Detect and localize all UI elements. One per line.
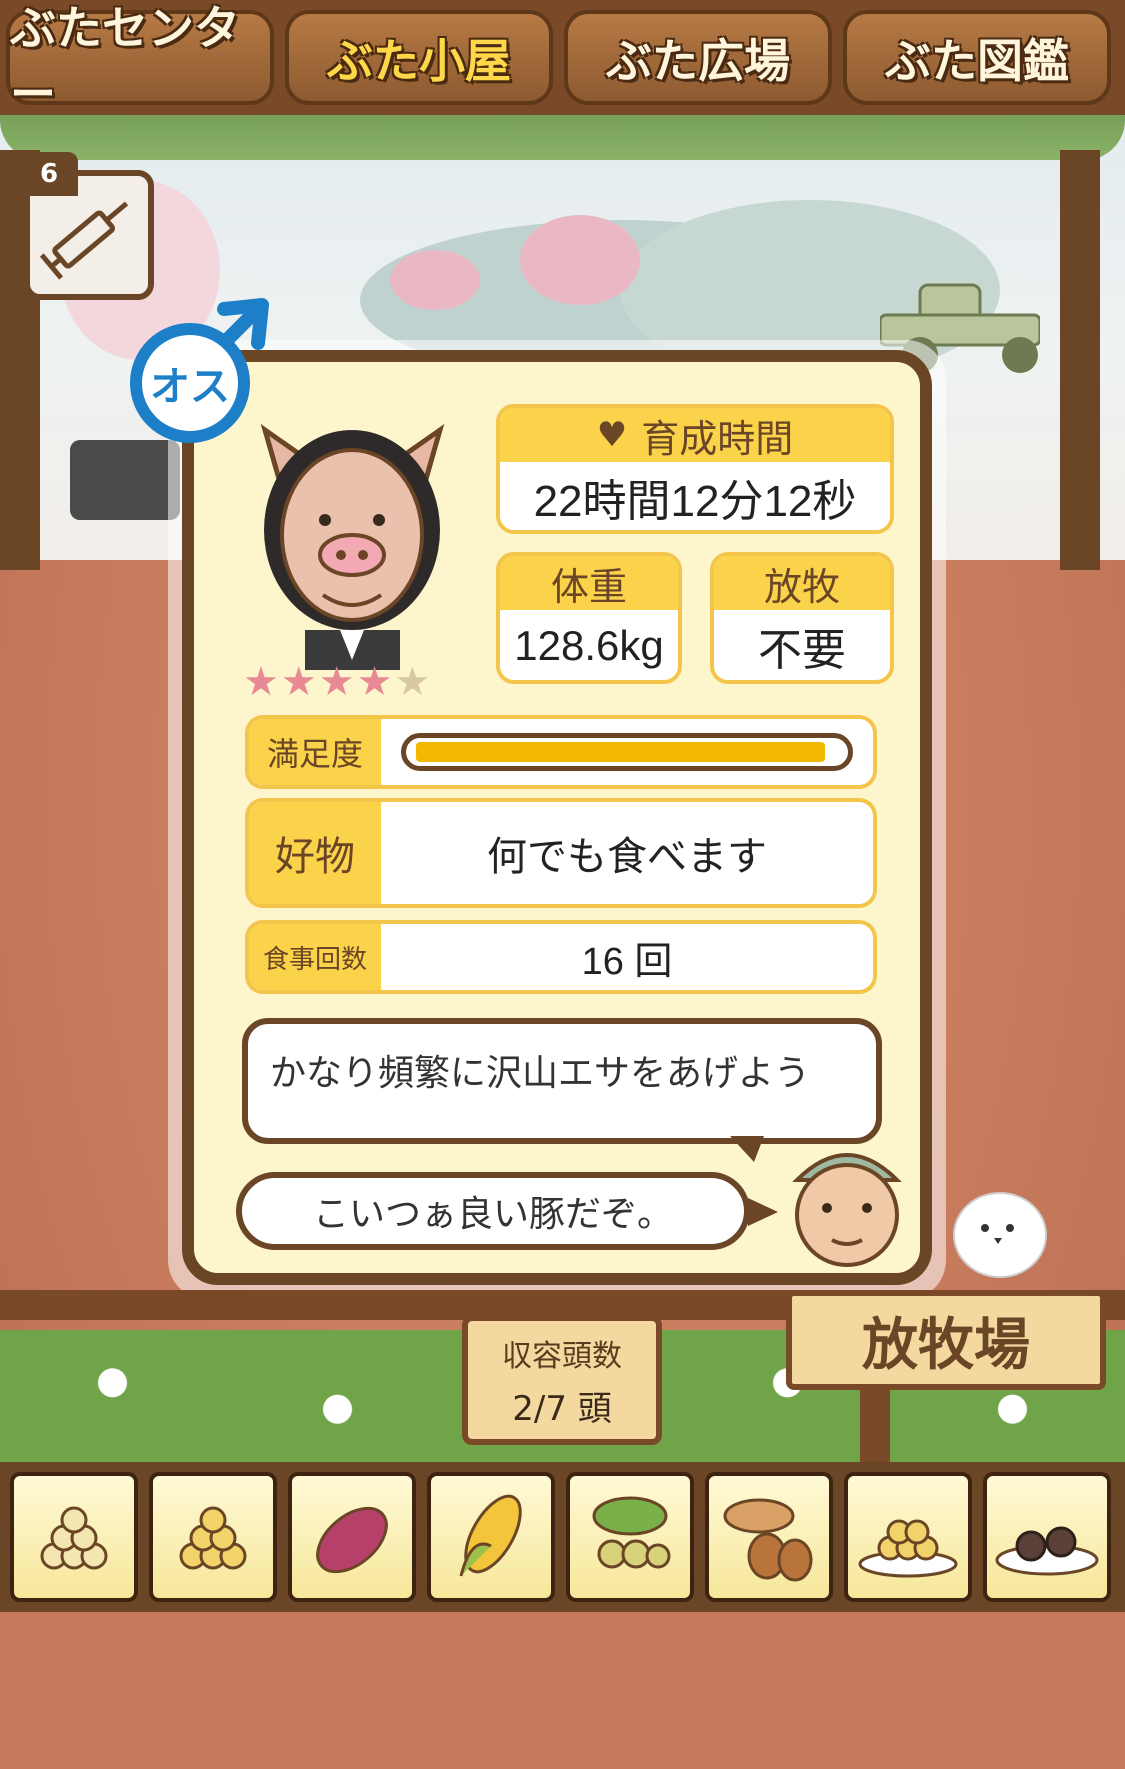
tab-buta-zukan[interactable]: ぶた図鑑	[843, 10, 1111, 105]
top-navigation-bar: ぶたセンター ぶた小屋 ぶた広場 ぶた図鑑	[0, 0, 1125, 121]
tab-label: ぶた広場	[606, 33, 790, 88]
bubble-tail	[748, 1198, 778, 1226]
rarity-stars: ★ ★ ★ ★ ★	[243, 660, 473, 704]
grazing-box: 放牧 不要	[710, 552, 894, 684]
item-count-badge: 6	[20, 152, 78, 196]
pig-portrait	[245, 410, 460, 670]
gender-label: オス	[150, 364, 230, 410]
farmer-comment-text: こいつぁ良い豚だぞ。	[312, 1194, 673, 1235]
satisfaction-row: 満足度	[245, 715, 877, 789]
sign-post	[860, 1390, 890, 1462]
meal-count-value: 16 回	[581, 940, 673, 983]
sweet-potato-icon	[316, 1506, 388, 1574]
camera-icon	[70, 440, 180, 520]
capacity-sign: 収容頭数 2/7 頭	[462, 1315, 662, 1445]
pasture-sign-label: 放牧場	[862, 1312, 1030, 1378]
food-slot-sweet-potato[interactable]	[288, 1472, 416, 1602]
weight-value: 128.6kg	[514, 622, 664, 669]
tab-buta-hiroba[interactable]: ぶた広場	[564, 10, 832, 105]
capacity-label: 収容頭数	[502, 1338, 622, 1374]
satisfaction-label: 満足度	[249, 719, 381, 785]
food-slot-meat-dish[interactable]	[983, 1472, 1111, 1602]
soybean-icon	[592, 1496, 671, 1569]
bottom-ground	[0, 1612, 1125, 1769]
cherry-tree-icon	[390, 250, 480, 310]
tab-buta-center[interactable]: ぶたセンター	[6, 1, 274, 121]
grazing-label: 放牧	[714, 556, 890, 610]
food-slot-grain-plate[interactable]	[844, 1472, 972, 1602]
grazing-value: 不要	[758, 626, 846, 675]
growth-time-box: ♥ 育成時間 22時間12分12秒	[496, 404, 894, 534]
tab-buta-goya[interactable]: ぶた小屋	[285, 10, 553, 105]
food-slot-acorn[interactable]	[705, 1472, 833, 1602]
star-icon: ★	[243, 659, 279, 705]
food-slot-grain-mix[interactable]	[149, 1472, 277, 1602]
tab-label: ぶた図鑑	[885, 33, 1069, 88]
meal-count-row: 食事回数 16 回	[245, 920, 877, 994]
pasture-sign-button[interactable]: 放牧場	[786, 1290, 1106, 1390]
bubble-tail	[730, 1136, 764, 1162]
satisfaction-gauge-area	[381, 719, 873, 785]
advice-bubble: かなり頻繁に沢山エサをあげよう	[242, 1018, 882, 1144]
food-slot-corn[interactable]	[427, 1472, 555, 1602]
heart-icon: ♥	[596, 415, 628, 455]
growth-time-header: ♥ 育成時間	[500, 408, 890, 462]
food-slot-soybean[interactable]	[566, 1472, 694, 1602]
favorite-food-row: 好物 何でも食べます	[245, 798, 877, 908]
meat-dish-icon	[995, 1526, 1099, 1576]
farmer-face-icon	[782, 1130, 912, 1270]
weight-box: 体重 128.6kg	[496, 552, 682, 684]
star-icon: ★	[280, 659, 317, 705]
satisfaction-gauge-fill	[416, 742, 826, 762]
wooden-post	[1060, 150, 1100, 570]
food-slot-grain[interactable]	[10, 1472, 138, 1602]
tab-label: ぶたセンター	[10, 0, 240, 121]
favorite-food-value: 何でも食べます	[487, 835, 767, 879]
bird-icon	[950, 1180, 1060, 1280]
cherry-tree-icon	[520, 215, 640, 305]
tab-label: ぶた小屋	[327, 33, 511, 88]
grain-icon	[40, 1506, 108, 1570]
corn-icon	[459, 1494, 522, 1577]
acorn-icon	[723, 1498, 813, 1582]
star-icon: ★	[318, 659, 355, 705]
weight-label: 体重	[500, 556, 678, 610]
food-bar	[0, 1462, 1125, 1612]
capacity-value: 2/7 頭	[512, 1388, 612, 1429]
growth-time-label: 育成時間	[641, 416, 794, 461]
grain-icon	[179, 1506, 247, 1570]
meal-count-label: 食事回数	[249, 924, 381, 990]
favorite-food-label: 好物	[249, 802, 381, 904]
farmer-comment-bubble: こいつぁ良い豚だぞ。	[236, 1172, 750, 1250]
star-icon: ★	[356, 659, 393, 705]
star-icon: ★	[394, 659, 431, 705]
growth-time-value: 22時間12分12秒	[533, 477, 857, 526]
grain-plate-icon	[858, 1519, 958, 1578]
advice-text: かなり頻繁に沢山エサをあげよう	[270, 1053, 811, 1094]
satisfaction-gauge	[401, 733, 853, 771]
